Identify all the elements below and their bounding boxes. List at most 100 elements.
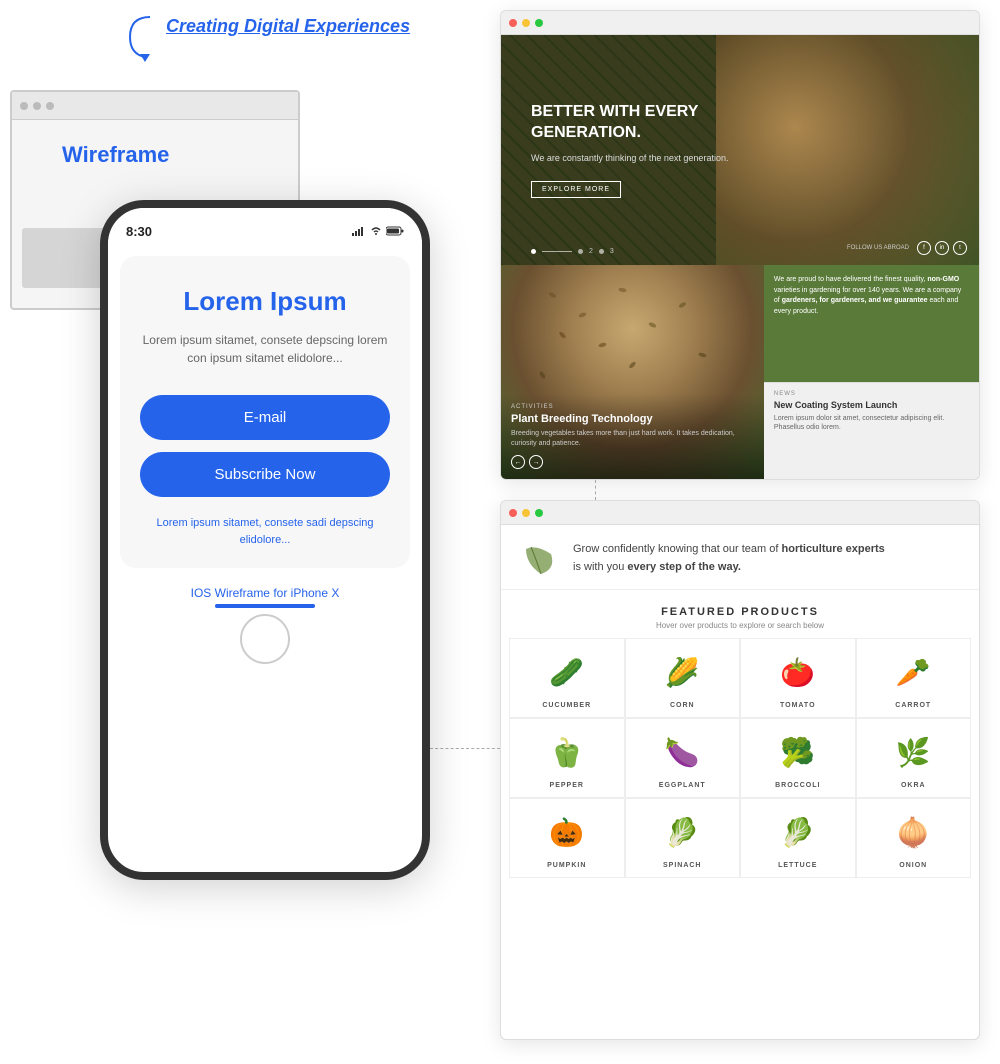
iphone-home-indicator [215, 604, 315, 608]
wireframe-title-text: Wireframe [62, 142, 169, 168]
product-image-eggplant: 🍆 [652, 727, 712, 777]
product-image-corn: 🌽 [652, 647, 712, 697]
product-image-carrot: 🥕 [883, 647, 943, 697]
iphone-status-icons [352, 226, 404, 236]
browser2-header-text: Grow confidently knowing that our team o… [573, 541, 893, 576]
product-image-pumpkin: 🎃 [537, 807, 597, 857]
product-item-pumpkin[interactable]: 🎃 PUMPKIN [509, 798, 625, 878]
explore-more-button[interactable]: EXPLORE MORE [531, 181, 621, 198]
activities-title: Plant Breeding Technology [511, 413, 754, 425]
iphone-home-button[interactable] [240, 614, 290, 664]
product-image-okra: 🌿 [883, 727, 943, 777]
twitter-icon[interactable]: t [953, 241, 967, 255]
browser1-mockup: BETTER WITH EVERY GENERATION. We are con… [500, 10, 980, 480]
connector-line-horizontal [430, 748, 500, 749]
browser1-bottom-section: ACTIVITIES Plant Breeding Technology Bre… [501, 265, 979, 479]
product-name-tomato: TOMATO [780, 702, 816, 709]
linkedin-icon[interactable]: in [935, 241, 949, 255]
iphone-time: 8:30 [126, 224, 152, 239]
hero-dot-num: 2 [589, 248, 593, 255]
featured-title: FEATURED PRODUCTS [501, 606, 979, 618]
wifi-icon [370, 226, 382, 236]
browser1-activities-image: ACTIVITIES Plant Breeding Technology Bre… [501, 265, 764, 479]
product-name-eggplant: EGGPLANT [659, 782, 706, 789]
product-name-lettuce: LETTUCE [778, 862, 817, 869]
email-input-button[interactable]: E-mail [140, 395, 390, 440]
browser2-maximize-dot [535, 509, 543, 517]
browser2-titlebar [501, 501, 979, 525]
product-name-okra: OKRA [901, 782, 926, 789]
wireframe-dot-1 [20, 102, 28, 110]
top-label-text: Creating Digital Experiences [166, 12, 410, 37]
news-panel: NEWS New Coating System Launch Lorem ips… [764, 382, 979, 479]
browser1-right-panels: We are proud to have delivered the fines… [764, 265, 979, 479]
product-name-carrot: CARROT [895, 702, 931, 709]
top-label-container: Creating Digital Experiences [120, 12, 410, 62]
product-name-onion: ONION [899, 862, 927, 869]
product-image-lettuce: 🥬 [768, 807, 828, 857]
product-name-corn: CORN [670, 702, 695, 709]
product-name-cucumber: CUCUMBER [542, 702, 591, 709]
product-item-tomato[interactable]: 🍅 TOMATO [740, 638, 856, 718]
hero-dot-1[interactable] [531, 249, 536, 254]
browser2-close-dot [509, 509, 517, 517]
iphone-card-title: Lorem Ipsum [140, 286, 390, 317]
iphone-notch-area: 8:30 [108, 208, 422, 248]
product-item-spinach[interactable]: 🥬 SPINACH [625, 798, 741, 878]
seeds-overlay [716, 35, 979, 265]
news-label: NEWS [774, 391, 969, 397]
wireframe-dot-2 [33, 102, 41, 110]
product-image-onion: 🧅 [883, 807, 943, 857]
browser2-header: Grow confidently knowing that our team o… [501, 525, 979, 590]
hero-dot-line [542, 251, 572, 252]
browser1-maximize-dot [535, 19, 543, 27]
product-item-carrot[interactable]: 🥕 CARROT [856, 638, 972, 718]
products-grid: 🥒CUCUMBER 🌽 CORN 🍅 TOMATO 🥕 CARROT 🫑 PEPPER 🍆 EGGP… [501, 638, 979, 878]
subscribe-now-button[interactable]: Subscribe Now [140, 452, 390, 497]
iphone-card-subtitle: Lorem ipsum sitamet, consete depscing lo… [140, 331, 390, 367]
arrow-decoration-icon [120, 12, 160, 62]
iphone-card-content: Lorem Ipsum Lorem ipsum sitamet, consete… [120, 256, 410, 568]
news-subtitle: Lorem ipsum dolor sit amet, consectetur … [774, 414, 969, 434]
product-name-spinach: SPINACH [663, 862, 702, 869]
activities-navigation: ← → [511, 455, 754, 469]
hero-dot-2[interactable] [578, 249, 583, 254]
browser1-close-dot [509, 19, 517, 27]
hero-pagination: 2 3 [531, 248, 614, 255]
hero-dot-num2: 3 [610, 248, 614, 255]
featured-subtitle: Hover over products to explore or search… [501, 621, 979, 630]
product-name-pumpkin: PUMPKIN [547, 862, 586, 869]
leaf-decoration-icon [521, 539, 561, 579]
product-name-broccoli: BROCCOLI [775, 782, 820, 789]
product-item-onion[interactable]: 🧅 ONION [856, 798, 972, 878]
product-image-tomato: 🍅 [768, 647, 828, 697]
wireframe-bar-1 [22, 228, 105, 288]
hero-dot-3 [599, 249, 604, 254]
product-item-corn[interactable]: 🌽 CORN [625, 638, 741, 718]
product-name-pepper: PEPPER [550, 782, 584, 789]
green-panel-text: We are proud to have delivered the fines… [774, 275, 969, 317]
product-item-broccoli[interactable]: 🥦BROCCOLI [740, 718, 856, 798]
product-item-cucumber[interactable]: 🥒CUCUMBER [509, 638, 625, 718]
connector-line-vertical [595, 480, 597, 500]
product-item-eggplant[interactable]: 🍆 EGGPLANT [625, 718, 741, 798]
activities-prev-icon[interactable]: ← [511, 455, 525, 469]
wireframe-titlebar [12, 92, 298, 120]
browser1-titlebar [501, 11, 979, 35]
iphone-mockup: 8:30 [100, 200, 430, 880]
iphone-status-bar: 8:30 [108, 208, 422, 248]
battery-icon [386, 226, 404, 236]
product-image-pepper: 🫑 [537, 727, 597, 777]
activities-subtitle: Breeding vegetables takes more than just… [511, 429, 754, 449]
activities-next-icon[interactable]: → [529, 455, 543, 469]
product-item-pepper[interactable]: 🫑 PEPPER [509, 718, 625, 798]
follow-label: FOLLOW US ABROAD [847, 245, 909, 251]
facebook-icon[interactable]: f [917, 241, 931, 255]
green-info-panel: We are proud to have delivered the fines… [764, 265, 979, 382]
product-item-okra[interactable]: 🌿 OKRA [856, 718, 972, 798]
product-item-lettuce[interactable]: 🥬 LETTUCE [740, 798, 856, 878]
product-image-spinach: 🥬 [652, 807, 712, 857]
wireframe-dot-3 [46, 102, 54, 110]
hero-subtitle: We are constantly thinking of the next g… [531, 152, 731, 166]
browser2-minimize-dot [522, 509, 530, 517]
